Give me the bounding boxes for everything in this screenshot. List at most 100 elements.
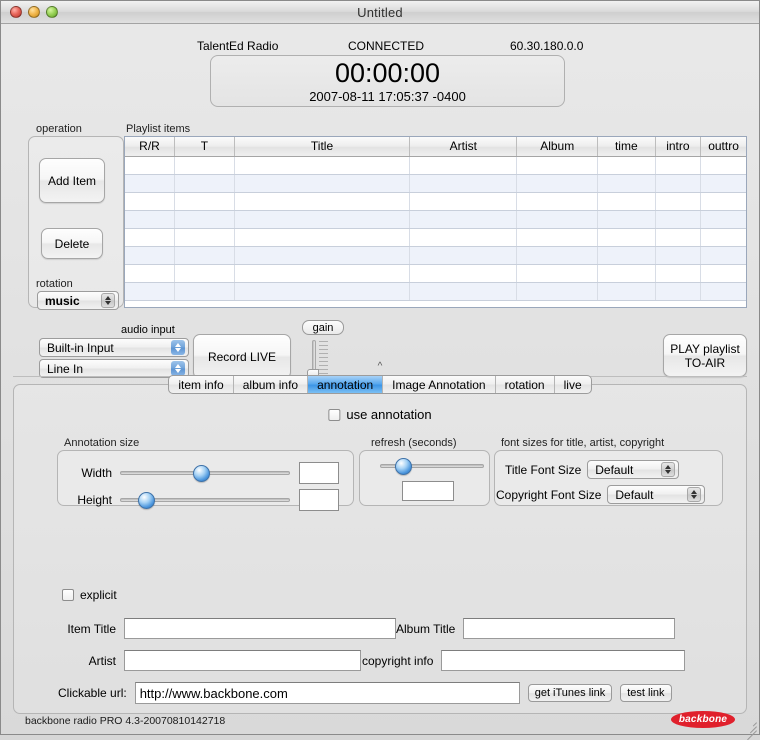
copyright-info-input[interactable] <box>441 650 686 671</box>
refresh-slider[interactable] <box>380 458 484 475</box>
font-sizes-group: Title Font Size Default Copyright Font S… <box>494 450 723 506</box>
table-cell <box>234 246 411 265</box>
table-row[interactable] <box>125 264 746 283</box>
playlist-column-header[interactable]: time <box>597 137 656 157</box>
chevron-updown-icon <box>661 462 676 477</box>
table-row[interactable] <box>125 192 746 211</box>
table-cell <box>597 282 656 301</box>
table-cell <box>655 228 702 247</box>
add-item-button[interactable]: Add Item <box>39 158 105 203</box>
table-cell <box>655 264 702 283</box>
copyright-font-row: Copyright Font Size Default <box>496 485 706 504</box>
tab-image-annotation[interactable]: Image Annotation <box>383 376 496 393</box>
playlist-column-header[interactable]: Title <box>234 137 411 157</box>
table-cell <box>409 174 518 193</box>
table-row[interactable] <box>125 246 746 265</box>
use-annotation-row[interactable]: use annotation <box>328 407 432 422</box>
table-cell <box>174 228 235 247</box>
timer-display: 00:00:00 2007-08-11 17:05:37 -0400 <box>210 55 565 107</box>
height-slider-thumb[interactable] <box>138 492 155 509</box>
audio-device-value: Built-in Input <box>47 340 114 355</box>
refresh-slider-thumb[interactable] <box>395 458 412 475</box>
table-row[interactable] <box>125 282 746 301</box>
table-row[interactable] <box>125 174 746 193</box>
table-row[interactable] <box>125 156 746 175</box>
chevron-up-icon[interactable]: ^ <box>378 361 383 373</box>
height-value-field[interactable] <box>299 489 339 511</box>
use-annotation-checkbox[interactable] <box>328 408 341 421</box>
width-slider-thumb[interactable] <box>193 465 210 482</box>
explicit-row[interactable]: explicit <box>62 588 117 602</box>
table-row[interactable] <box>125 210 746 229</box>
copyright-info-row: copyright info <box>362 650 686 671</box>
album-title-input[interactable] <box>463 618 676 639</box>
table-cell <box>234 264 411 283</box>
table-cell <box>516 174 598 193</box>
table-cell <box>409 282 518 301</box>
refresh-value-field[interactable] <box>402 481 454 501</box>
tab-group: item info album info annotation Image Annot… <box>168 375 592 394</box>
metadata-panel: item info album info annotation Image Annot… <box>13 375 747 714</box>
tab-album-info[interactable]: album info <box>234 376 309 393</box>
table-cell <box>700 156 746 175</box>
table-row[interactable] <box>125 228 746 247</box>
clickable-url-label: Clickable url: <box>58 686 127 700</box>
table-cell <box>700 228 746 247</box>
table-cell <box>655 246 702 265</box>
height-label: Height <box>77 493 112 507</box>
resize-grip[interactable] <box>744 719 757 740</box>
height-slider[interactable] <box>120 492 290 509</box>
rotation-select[interactable]: music <box>37 291 119 310</box>
table-cell <box>409 192 518 211</box>
tab-item-info[interactable]: item info <box>169 376 234 393</box>
current-timestamp: 2007-08-11 17:05:37 -0400 <box>309 89 466 104</box>
table-cell <box>409 156 518 175</box>
get-itunes-link-button[interactable]: get iTunes link <box>527 684 613 702</box>
tab-annotation[interactable]: annotation <box>308 376 384 393</box>
playlist-column-header[interactable]: T <box>174 137 235 157</box>
playlist-column-header[interactable]: Album <box>516 137 598 157</box>
width-value-field[interactable] <box>299 462 339 484</box>
table-cell <box>700 210 746 229</box>
tab-rotation[interactable]: rotation <box>496 376 555 393</box>
table-cell <box>174 264 235 283</box>
table-cell <box>125 210 175 229</box>
table-cell <box>516 246 598 265</box>
playlist-column-header[interactable]: intro <box>655 137 702 157</box>
playlist-table-container[interactable]: R/R T Title Artist Album time intro outtro <box>124 136 747 308</box>
audio-device-select[interactable]: Built-in Input <box>39 338 189 357</box>
artist-input[interactable] <box>124 650 361 671</box>
explicit-checkbox[interactable] <box>62 589 74 601</box>
copyright-info-label: copyright info <box>362 653 434 668</box>
table-cell <box>655 282 702 301</box>
table-cell <box>174 246 235 265</box>
playlist-column-header[interactable]: Artist <box>409 137 518 157</box>
item-title-input[interactable] <box>124 618 396 639</box>
playlist-column-header[interactable]: R/R <box>125 137 175 157</box>
table-cell <box>125 228 175 247</box>
playlist-column-header[interactable]: outtro <box>700 137 746 157</box>
copyright-font-label: Copyright Font Size <box>496 487 602 502</box>
clickable-url-input[interactable] <box>134 682 520 704</box>
title-font-select[interactable]: Default <box>587 460 680 479</box>
table-cell <box>597 246 656 265</box>
copyright-font-select[interactable]: Default <box>607 485 706 504</box>
table-cell <box>700 282 746 301</box>
operation-group-label: operation <box>36 123 82 135</box>
chevron-updown-icon <box>101 293 115 308</box>
table-cell <box>234 210 411 229</box>
clickable-url-row: Clickable url: get iTunes link test link <box>58 682 734 704</box>
delete-item-button[interactable]: Delete <box>41 228 103 259</box>
album-title-label: Album Title <box>396 621 456 636</box>
table-cell <box>655 156 702 175</box>
table-cell <box>409 246 518 265</box>
test-link-button[interactable]: test link <box>620 684 672 702</box>
title-font-row: Title Font Size Default <box>505 460 680 479</box>
chevron-updown-icon <box>171 340 185 355</box>
table-cell <box>597 264 656 283</box>
width-slider[interactable] <box>120 465 290 482</box>
table-cell <box>125 246 175 265</box>
tab-live[interactable]: live <box>555 376 591 393</box>
refresh-group <box>359 450 490 506</box>
table-cell <box>700 174 746 193</box>
